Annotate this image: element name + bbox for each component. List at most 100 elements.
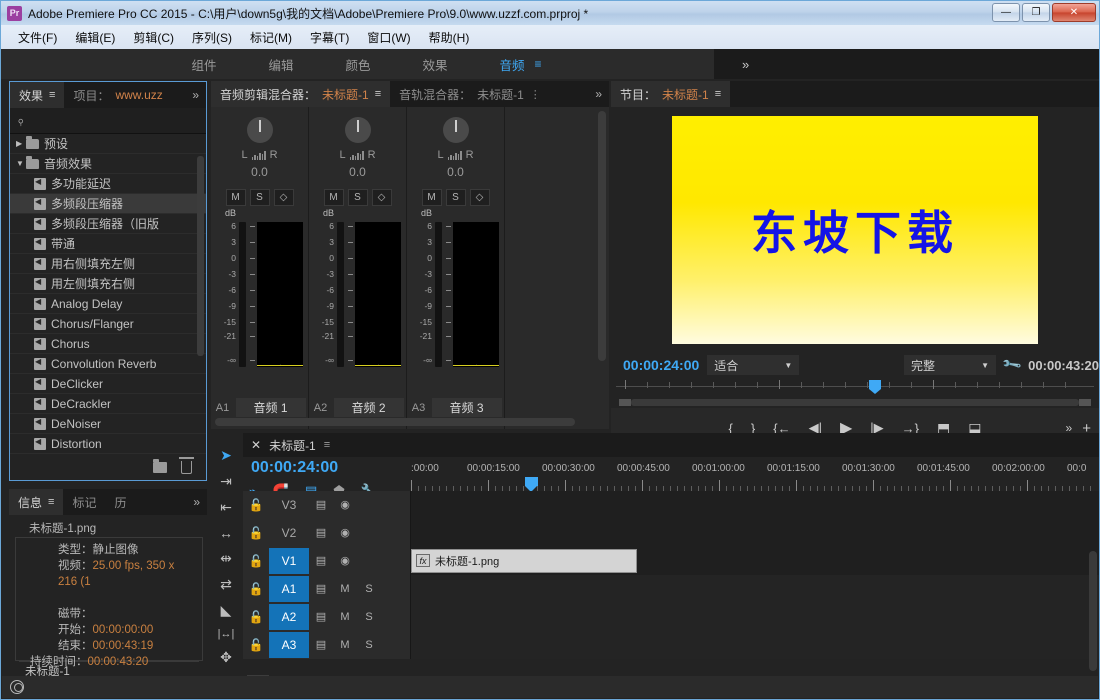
menu-clip[interactable]: 剪辑(C) [124,27,183,48]
channel-name[interactable]: 音频 2 [333,398,404,417]
solo-track-button[interactable]: S [357,583,381,595]
tab-audio-clip-mixer[interactable]: 音频剪辑混合器： 未标题-1 ≡ [211,81,391,107]
sync-lock-icon[interactable]: ▤ [309,610,333,623]
pan-knob[interactable] [442,117,469,143]
effects-item[interactable]: Distortion [10,434,206,454]
ripple-edit-tool[interactable]: ⇤ [215,499,237,516]
menu-edit[interactable]: 编辑(E) [66,27,124,48]
effects-list[interactable]: ▶ 预设 ▼ 音频效果 多功能延迟 多频段压缩器 多频段压缩器（旧版 [10,134,206,455]
effects-item[interactable]: Chorus [10,334,206,354]
effects-list-scrollbar[interactable] [197,156,204,356]
table-row[interactable]: 🔓 V2 ▤ ◉ [243,518,1099,547]
mixer-vertical-scrollbar[interactable] [598,111,606,361]
timeline-current-timecode[interactable]: 00:00:24:00 [251,459,338,477]
lock-icon[interactable]: 🔓 [243,582,269,596]
track-lane-a3[interactable] [411,630,1099,659]
effects-item[interactable]: 带通 [10,234,206,254]
volume-fader[interactable] [337,222,344,367]
minimize-button[interactable]: — [992,3,1020,22]
new-folder-icon[interactable] [153,458,167,473]
track-lane-a2[interactable] [411,602,1099,631]
program-scrollbar[interactable] [611,398,1099,408]
solo-track-button[interactable]: S [357,611,381,623]
zoom-level-dropdown[interactable]: 适合 ▼ [707,355,800,375]
effects-item[interactable]: DeClicker [10,374,206,394]
track-header-v3[interactable]: 🔓 V3 ▤ ◉ [243,490,411,519]
info-panel-menu-icon[interactable]: ≡ [48,496,54,508]
slide-tool[interactable]: |↔| [215,628,237,640]
program-time-ruler[interactable] [611,378,1099,398]
tab-effects[interactable]: 效果 ≡ [10,82,65,108]
track-lane-a1[interactable] [411,574,1099,603]
solo-button[interactable]: S [249,189,270,206]
track-header-v2[interactable]: 🔓 V2 ▤ ◉ [243,518,411,547]
eye-icon[interactable]: ◉ [333,498,357,511]
effects-item[interactable]: 用左侧填充右侧 [10,274,206,294]
tab-audio-track-mixer[interactable]: 音轨混合器： 未标题-1 ⋮ [390,81,550,107]
sync-lock-icon[interactable]: ▤ [309,526,333,539]
keyframe-button[interactable]: ◇ [371,189,392,206]
effects-item[interactable]: Chorus/Flanger [10,314,206,334]
timeline-sequence-name[interactable]: 未标题-1 [269,437,316,454]
track-label[interactable]: V1 [269,547,309,574]
track-header-v1[interactable]: 🔓 V1 ▤ ◉ [243,546,411,575]
track-label[interactable]: V2 [269,520,309,546]
trash-icon[interactable] [179,456,194,474]
lock-icon[interactable]: 🔓 [243,638,269,652]
playback-resolution-dropdown[interactable]: 完整 ▼ [903,355,996,375]
razor-tool[interactable]: ◣ [215,602,237,619]
mute-button[interactable]: M [323,189,344,206]
program-current-timecode[interactable]: 00:00:24:00 [623,357,699,373]
eye-icon[interactable]: ◉ [333,526,357,539]
effects-panel-menu-icon[interactable]: ≡ [49,89,55,101]
menu-sequence[interactable]: 序列(S) [183,27,241,48]
creative-cloud-icon[interactable] [10,680,24,694]
pan-knob[interactable] [344,117,371,143]
tab-history[interactable]: 历 [105,489,135,515]
track-mixer-menu-icon[interactable]: ⋮ [530,88,541,101]
pan-value[interactable]: 0.0 [251,165,268,179]
mixer-horizontal-scrollbar[interactable] [215,418,575,426]
pan-knob[interactable] [246,117,273,143]
effects-panel-overflow-icon[interactable]: » [185,88,206,102]
rate-stretch-tool[interactable]: ⇹ [215,550,237,567]
selection-tool[interactable]: ➤ [215,447,237,464]
workspace-overflow-icon[interactable]: » [714,57,749,72]
track-select-forward-tool[interactable]: ⇥ [215,473,237,490]
effects-item[interactable]: 多频段压缩器（旧版 [10,214,206,234]
close-button[interactable]: ✕ [1052,3,1096,22]
track-lane-v2[interactable] [411,518,1099,547]
sync-lock-icon[interactable]: ▤ [309,638,333,651]
mute-button[interactable]: M [421,189,442,206]
pan-value[interactable]: 0.0 [349,165,366,179]
effects-item[interactable]: DeNoiser [10,414,206,434]
track-lane-v1[interactable]: fx 未标题-1.png [411,546,1099,575]
effects-folder-audio[interactable]: ▼ 音频效果 [10,154,206,174]
mute-track-button[interactable]: M [333,611,357,623]
track-label[interactable]: A1 [269,575,309,602]
workspace-menu-icon[interactable]: ≡ [535,57,550,71]
rolling-edit-tool[interactable]: ↔ [215,525,237,541]
sync-lock-icon[interactable]: ▤ [309,582,333,595]
menu-marker[interactable]: 标记(M) [241,27,301,48]
timeline-vertical-scrollbar[interactable] [1089,551,1097,671]
effects-item[interactable]: 多功能延迟 [10,174,206,194]
workspace-tab-effects[interactable]: 效果 [397,55,474,74]
solo-track-button[interactable]: S [357,639,381,651]
keyframe-button[interactable]: ◇ [273,189,294,206]
effects-folder-presets[interactable]: ▶ 预设 [10,134,206,154]
table-row[interactable]: 🔓 A3 ▤ M S [243,630,1099,659]
mute-button[interactable]: M [225,189,246,206]
workspace-tab-color[interactable]: 颜色 [319,55,396,74]
tab-markers[interactable]: 标记 [63,489,105,515]
maximize-button[interactable]: ❐ [1022,3,1050,22]
track-header-a1[interactable]: 🔓 A1 ▤ M S [243,574,411,603]
table-row[interactable]: 🔓 V1 ▤ ◉ fx 未标题-1.png [243,546,1099,575]
table-row[interactable]: 🔓 A1 ▤ M S [243,574,1099,603]
workspace-tab-editing[interactable]: 编辑 [242,55,319,74]
program-video-view[interactable]: 东坡下载 [611,107,1099,352]
tab-project[interactable]: 项目： www.uzz [64,82,171,108]
volume-fader[interactable] [239,222,246,367]
workspace-tab-assembly[interactable]: 组件 [165,55,242,74]
lock-icon[interactable]: 🔓 [243,526,269,540]
